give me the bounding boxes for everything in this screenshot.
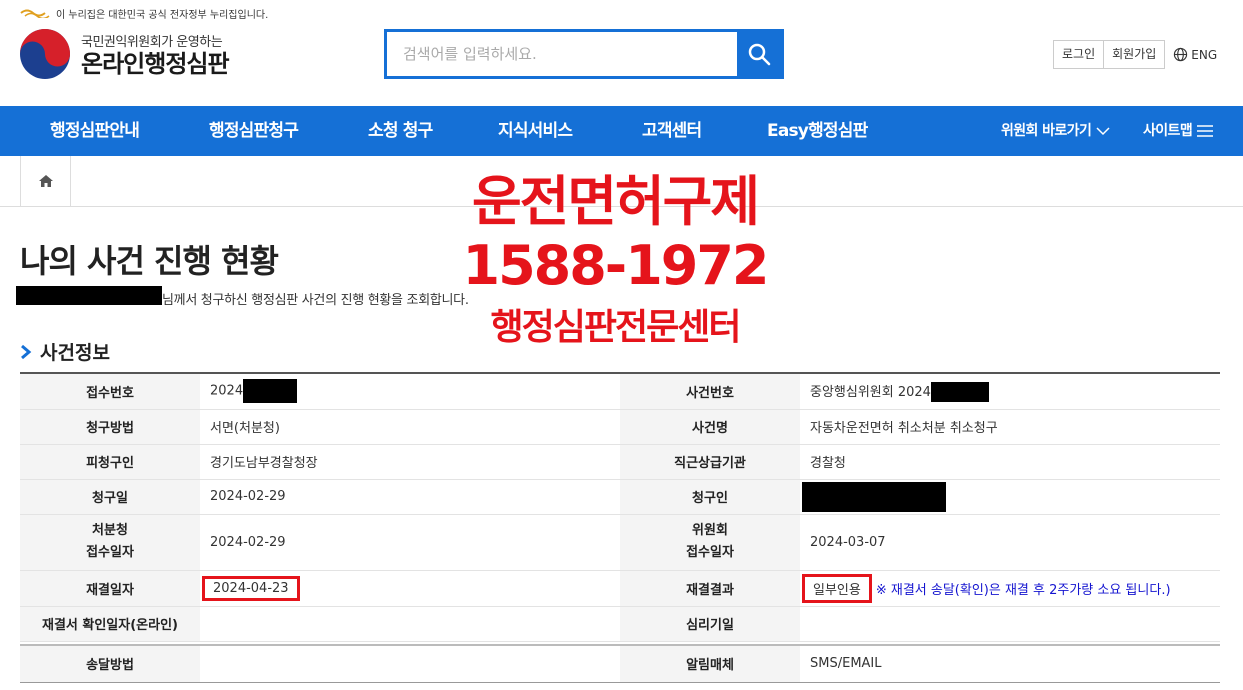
utility-menu: 로그인 회원가입 ENG xyxy=(1053,40,1217,69)
nav-item-guide[interactable]: 행정심판안내 xyxy=(50,106,140,156)
label-decision-date: 재결일자 xyxy=(20,570,200,607)
gov-banner: 이 누리집은 대한민국 공식 전자정부 누리집입니다. xyxy=(20,5,268,21)
globe-icon xyxy=(1174,47,1188,62)
chevron-down-icon xyxy=(1096,127,1110,136)
hamburger-icon xyxy=(1197,125,1214,137)
redacted-name xyxy=(16,286,162,305)
table-row: 청구일 2024-02-29 청구인 xyxy=(20,479,1220,515)
table-row: 처분청 접수일자 2024-02-29 위원회 접수일자 2024-03-07 xyxy=(20,514,1220,571)
committee-link[interactable]: 위원회 바로가기 xyxy=(1001,106,1110,156)
label-method: 청구방법 xyxy=(20,409,200,445)
label-online-confirm-date: 재결서 확인일자(온라인) xyxy=(20,606,200,642)
language-label: ENG xyxy=(1191,47,1218,62)
table-row: 송달방법 알림매체 SMS/EMAIL xyxy=(20,645,1220,682)
label-notification-media: 알림매체 xyxy=(620,645,800,682)
login-button[interactable]: 로그인 xyxy=(1053,40,1105,69)
nav-item-knowledge[interactable]: 지식서비스 xyxy=(498,106,573,156)
section-title: 사건정보 xyxy=(20,338,110,365)
value-case-no: 중앙행심위원회 2024 xyxy=(800,373,1220,410)
page-intro: 님께서 청구하신 행정심판 사건의 진행 현황을 조회합니다. xyxy=(162,293,469,308)
value-hearing-date xyxy=(800,606,1220,642)
search-input[interactable] xyxy=(387,32,737,76)
label-superior: 직근상급기관 xyxy=(620,444,800,480)
label-hearing-date: 심리기일 xyxy=(620,606,800,642)
label-respondent: 피청구인 xyxy=(20,444,200,480)
value-method: 서면(처분청) xyxy=(200,409,620,445)
overlay-line-1: 운전면허구제 xyxy=(471,170,760,233)
site-logo[interactable]: 국민권익위원회가 운영하는 온라인행정심판 xyxy=(19,28,230,80)
value-case-name: 자동차운전면허 취소처분 취소청구 xyxy=(800,409,1220,445)
label-receipt-no: 접수번호 xyxy=(20,373,200,410)
table-row: 재결서 확인일자(온라인) 심리기일 xyxy=(20,606,1220,642)
delivery-notice: ※ 재결서 송달(확인)은 재결 후 2주가량 소요 됩니다.) xyxy=(875,582,1171,598)
value-committee-receipt: 2024-03-07 xyxy=(800,514,1220,571)
join-button[interactable]: 회원가입 xyxy=(1104,40,1166,69)
case-info-table: 접수번호 2024 사건번호 중앙행심위원회 2024 청구방법 서면(처분청)… xyxy=(20,372,1220,642)
label-claim-date: 청구일 xyxy=(20,479,200,515)
delivery-info-table: 송달방법 알림매체 SMS/EMAIL xyxy=(20,644,1220,683)
chevron-right-icon xyxy=(21,344,32,359)
home-button[interactable] xyxy=(20,156,71,206)
logo-subtitle: 국민권익위원회가 운영하는 xyxy=(81,34,223,50)
logo-title: 온라인행정심판 xyxy=(81,49,230,78)
taegeuk-emblem-icon xyxy=(20,29,70,79)
table-row: 재결일자 2024-04-23 재결결과 일부인용 ※ 재결서 송달(확인)은 재… xyxy=(20,570,1220,607)
overlay-line-2: 1588-1972 xyxy=(462,234,770,297)
redacted-value xyxy=(930,382,989,402)
sitemap-label: 사이트맵 xyxy=(1143,123,1193,139)
search-button[interactable] xyxy=(737,32,781,76)
gov-notice-text: 이 누리집은 대한민국 공식 전자정부 누리집입니다. xyxy=(56,9,269,21)
table-row: 접수번호 2024 사건번호 중앙행심위원회 2024 xyxy=(20,373,1220,410)
value-receipt-no: 2024 xyxy=(200,373,620,410)
value-delivery-method xyxy=(200,645,620,682)
value-claimant xyxy=(800,479,1220,515)
redacted-value xyxy=(802,481,946,512)
page-title: 나의 사건 진행 현황 xyxy=(20,242,279,280)
main-nav: 행정심판안내 행정심판청구 소청 청구 지식서비스 고객센터 Easy행정심판 … xyxy=(0,106,1243,156)
redacted-value xyxy=(243,379,298,404)
table-row: 피청구인 경기도남부경찰청장 직근상급기관 경찰청 xyxy=(20,444,1220,480)
nav-item-claim[interactable]: 행정심판청구 xyxy=(209,106,299,156)
home-icon xyxy=(38,175,53,187)
label-delivery-method: 송달방법 xyxy=(20,645,200,682)
table-row: 청구방법 서면(처분청) 사건명 자동차운전면허 취소처분 취소청구 xyxy=(20,409,1220,445)
value-decision-date: 2024-04-23 xyxy=(200,570,620,607)
label-decision-result: 재결결과 xyxy=(620,570,800,607)
value-online-confirm-date xyxy=(200,606,620,642)
label-agency-receipt: 처분청 접수일자 xyxy=(20,514,200,571)
nav-item-customer[interactable]: 고객센터 xyxy=(642,106,702,156)
label-case-no: 사건번호 xyxy=(620,373,800,410)
value-agency-receipt: 2024-02-29 xyxy=(200,514,620,571)
search-icon xyxy=(748,43,771,66)
value-decision-result: 일부인용 ※ 재결서 송달(확인)은 재결 후 2주가량 소요 됩니다.) xyxy=(800,570,1220,607)
highlighted-decision-result: 일부인용 xyxy=(802,573,872,603)
label-committee-receipt: 위원회 접수일자 xyxy=(620,514,800,571)
value-superior: 경찰청 xyxy=(800,444,1220,480)
value-notification-media: SMS/EMAIL xyxy=(810,656,882,672)
sitemap-link[interactable]: 사이트맵 xyxy=(1143,106,1214,156)
committee-label: 위원회 바로가기 xyxy=(1001,123,1092,139)
highlighted-decision-date: 2024-04-23 xyxy=(202,575,300,601)
overlay-line-3: 행정심판전문센터 xyxy=(490,307,742,348)
search-box xyxy=(384,29,784,79)
label-case-name: 사건명 xyxy=(620,409,800,445)
value-respondent: 경기도남부경찰청장 xyxy=(200,444,620,480)
nav-item-appeal[interactable]: 소청 청구 xyxy=(368,106,433,156)
nav-item-easy[interactable]: Easy행정심판 xyxy=(767,106,868,156)
language-button[interactable]: ENG xyxy=(1173,47,1217,62)
gov-mark-icon xyxy=(20,9,50,18)
value-claim-date: 2024-02-29 xyxy=(200,479,620,515)
section-title-label: 사건정보 xyxy=(40,342,110,364)
label-claimant: 청구인 xyxy=(620,479,800,515)
